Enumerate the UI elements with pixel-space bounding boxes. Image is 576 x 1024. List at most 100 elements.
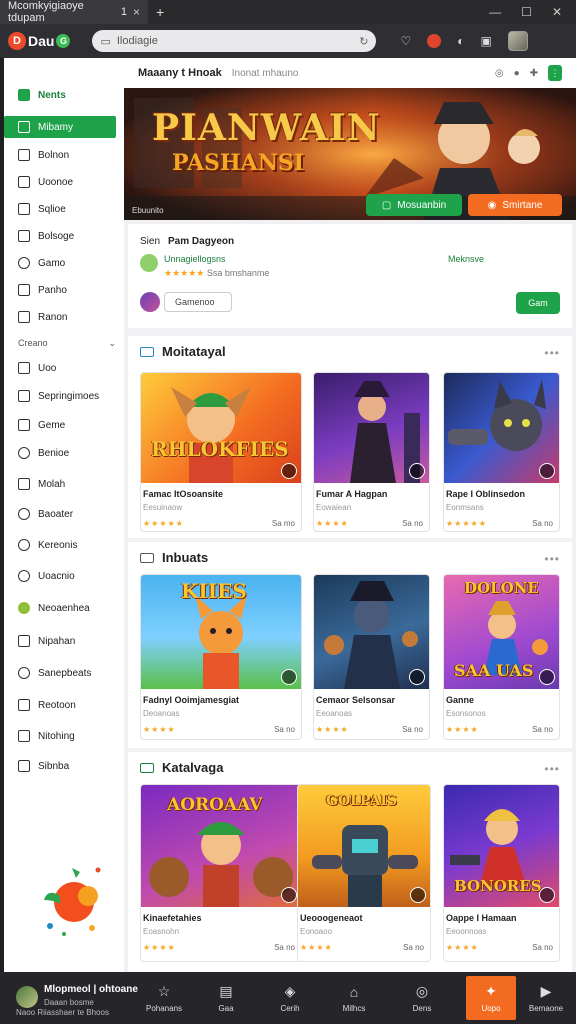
close-window-button[interactable]: ✕ [552,5,562,19]
section-icon [140,346,154,357]
sidebar-item-17[interactable]: Nipahan [4,630,116,652]
target-icon [18,508,30,520]
sparkle-icon[interactable]: ✚ [530,68,538,79]
browser-tab[interactable]: Mcomkyigiaoye tdupam 1 × [0,0,148,24]
sidebar-section-header[interactable]: Creano ⌄ [18,338,116,349]
app-logo[interactable]: D Dau G [8,32,71,50]
comment-input[interactable]: Gamenoo [164,292,232,312]
bell-icon [18,730,30,742]
sidebar-item-16[interactable]: Neoaenhea [4,597,116,619]
video-icon [18,362,30,374]
list-icon: ▤ [219,983,233,999]
nav-tab-shield[interactable]: ◈ Cerih [260,976,320,1020]
browser-tabbar: Mcomkyigiaoye tdupam 1 × + — ☐ ✕ [0,0,576,24]
home-icon: ⌂ [349,983,359,1000]
sidebar-item-13[interactable]: Baoater [4,503,116,525]
more-icon[interactable]: ••• [544,762,560,776]
section-icon [140,762,154,773]
sidebar-item-6[interactable]: Panho [4,279,116,301]
sidebar-item-3[interactable]: Sqlioe [4,198,116,220]
game-card[interactable]: Rape I Oblinsedon Eonmsans ★★★★★ Sa no [443,372,560,532]
sidebar-item-2[interactable]: Uoonoe [4,171,116,193]
game-card[interactable]: GOLPAIS Ueooogeneaot Eonoaoo ★★★★ Sa no [297,784,431,962]
avatar[interactable] [140,292,160,312]
address-bar[interactable]: ▭ Ilodiagie ↻ [92,30,377,52]
section-new: Inbuats ••• KIIES Fadnyl Ooimjamesgiat D… [128,542,572,748]
nav-tab-games[interactable]: ▤ Gaa [196,976,256,1020]
get-button[interactable]: Gam [516,292,560,314]
refresh-icon[interactable]: ◎ [495,68,504,79]
sidebar: Nents Mibamy Bolnon Uoonoe Sqlioe Bolsog… [4,58,124,972]
hero-play-button[interactable]: ▢ Mosuanbin [366,194,462,216]
hero-secondary-button[interactable]: ◉ Smirtane [468,194,562,216]
more-icon[interactable]: ••• [544,346,560,360]
user-profile[interactable]: Mlopmeol | ohtoane Daaan bosme Naoo Riia… [8,978,148,1018]
game-card[interactable]: AOROAAV Kinaefetahies Eoasnohn ★★★★ Sa n… [140,784,302,962]
window-controls: — ☐ ✕ [489,5,576,19]
lock-icon [18,760,30,772]
reload-icon[interactable]: ↻ [359,35,368,48]
list-icon [18,311,30,323]
game-card[interactable]: BONORES Oappe I Hamaan Eeoonnoas ★★★★ Sa… [443,784,560,962]
minimize-button[interactable]: — [489,5,501,19]
sidebar-item-12[interactable]: Molah [4,473,116,495]
page-title: Maaany t Hnoak [138,67,222,79]
profile-avatar[interactable] [507,31,528,51]
sidebar-item-11[interactable]: Benioe [4,442,116,464]
news-icon [18,89,30,101]
hero-banner[interactable]: PIANWAIN PASHANSI Ebuunito ▢ Mosuanbin ◉… [124,88,576,220]
section-title: Moitatayal [162,344,226,359]
more-icon[interactable]: ••• [544,552,560,566]
address-text: Ilodiagie [116,35,158,47]
hero-caption: Ebuunito [132,206,164,215]
game-card[interactable]: Cemaor Selsonsar Eeoanoas ★★★★ Sa no [313,574,430,740]
nav-tab-play[interactable]: ▶ Bemaone [516,976,576,1020]
page-subtitle: Inonat mhauno [231,67,299,79]
publisher-name[interactable]: Unnagiellogsns [164,254,226,264]
bag-icon[interactable]: ◐ [457,34,464,48]
play-icon: ▶ [540,983,552,999]
sidebar-item-1[interactable]: Bolnon [4,144,116,166]
badge-icon [281,463,297,479]
globe-icon [18,447,30,459]
game-card[interactable]: KIIES Fadnyl Ooimjamesgiat Deoanoas ★★★★… [140,574,302,740]
sidebar-item-7[interactable]: Ranon [4,306,116,328]
sidebar-item-15[interactable]: Uoacnio [4,565,116,587]
download-icon[interactable]: ▣ [480,34,491,48]
badge-icon [409,669,425,685]
sidebar-item-19[interactable]: Reotoon [4,694,116,716]
shield-icon[interactable]: ♡ [400,34,411,48]
sidebar-item-18[interactable]: Sanepbeats [4,662,116,684]
close-tab-icon[interactable]: × [133,5,140,19]
badge-icon [281,887,297,903]
browser-toolbar: D Dau G ▭ Ilodiagie ↻ ♡ ◐ ▣ [0,24,576,58]
nav-tab-favorites[interactable]: ☆ Pohanans [134,976,194,1020]
sidebar-item-5[interactable]: Gamo [4,252,116,274]
info-stat: Meknsve [448,254,485,264]
maximize-button[interactable]: ☐ [521,5,532,19]
sidebar-item-14[interactable]: Kereonis [4,534,116,556]
menu-button[interactable]: ⋮ [548,65,562,81]
hero-subtitle: PASHANSI [172,150,305,176]
sidebar-item-21[interactable]: Sibnba [4,755,116,777]
sidebar-item-news[interactable]: Nents [4,84,116,106]
sidebar-item-10[interactable]: Geme [4,414,116,436]
sidebar-item-8[interactable]: Uoo [4,357,116,379]
game-card[interactable]: Fumar A Hagpan Eowaiean ★★★★ Sa no [313,372,430,532]
extension-icon[interactable] [427,34,442,48]
sidebar-item-library[interactable]: Mibamy [4,116,116,138]
folder-icon [18,149,30,161]
sidebar-item-9[interactable]: Sepringimoes [4,385,116,407]
new-tab-button[interactable]: + [156,4,164,20]
sidebar-item-20[interactable]: Nitohing [4,725,116,747]
settings-icon[interactable]: ● [514,68,520,79]
sidebar-item-4[interactable]: Bolsoge [4,225,116,247]
nav-tab-home[interactable]: ⌂ Milhcs [324,976,384,1020]
game-card[interactable]: RHLOKFIES Famac ItOsoansite Eesuinaow ★★… [140,372,302,532]
publisher-badge-icon [140,254,158,272]
search-icon [18,257,30,269]
nav-tab-active[interactable]: ✦ Uopo [466,976,516,1020]
star-icon: ☆ [157,983,171,999]
nav-tab-discover[interactable]: ◎ Dens [392,976,452,1020]
game-card[interactable]: DOLONE SAA UAS Ganne Esonsonos ★★★★ Sa n… [443,574,560,740]
